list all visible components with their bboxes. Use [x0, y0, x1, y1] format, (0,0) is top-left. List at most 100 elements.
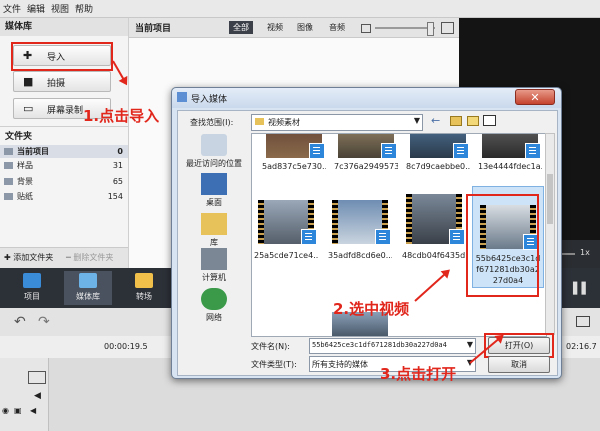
place-library[interactable]: 库	[183, 213, 245, 248]
menu-help[interactable]: 帮助	[72, 0, 96, 15]
filetype-value: 所有支持的媒体	[312, 360, 368, 369]
track-header: ◀ ◉ ▣ ◀	[0, 358, 49, 431]
thumbnail-large-icon	[441, 22, 454, 34]
video-thumbnail	[258, 200, 317, 245]
folder-item-stickers[interactable]: 贴纸 154	[0, 190, 128, 203]
menu-file[interactable]: 文件	[0, 0, 24, 15]
new-folder-icon[interactable]	[467, 116, 479, 126]
tab-image[interactable]: 图像	[293, 21, 317, 34]
redo-icon[interactable]: ↷	[38, 314, 50, 330]
vertical-scrollbar[interactable]	[545, 133, 555, 335]
network-icon	[201, 288, 227, 310]
video-file-icon	[453, 143, 469, 159]
dialog-titlebar: 导入媒体 ✕	[172, 88, 561, 108]
menu-edit[interactable]: 编辑	[24, 0, 48, 15]
place-computer[interactable]: 计算机	[183, 248, 245, 283]
tab-audio[interactable]: 音频	[325, 21, 349, 34]
folder-icon	[4, 148, 13, 155]
lookin-select[interactable]: 视频素材 ▼	[251, 114, 423, 131]
thumbnail-size-slider[interactable]	[375, 22, 435, 36]
annotation-step1: 1.点击导入	[83, 107, 160, 125]
file-item[interactable]: 25a5cde71ce4...	[252, 200, 322, 260]
record-label: 拍摄	[47, 79, 66, 89]
fullscreen-icon[interactable]: ▌▌	[573, 282, 590, 295]
media-icon	[79, 273, 97, 288]
file-item[interactable]: 8c7d9caebbe0...	[406, 134, 470, 174]
mode-project-button[interactable]: 项目	[8, 271, 56, 305]
video-thumbnail	[406, 194, 465, 245]
speaker-icon: ◀	[34, 391, 41, 401]
video-thumbnail	[332, 200, 391, 245]
folder-icon	[255, 118, 264, 125]
filename-label: 文件名(N):	[251, 342, 290, 351]
video-file-icon	[309, 143, 325, 159]
up-folder-icon[interactable]	[450, 116, 462, 126]
eye-icon[interactable]: ◉	[2, 406, 9, 415]
app-icon	[177, 92, 187, 102]
slider-handle[interactable]	[427, 22, 434, 36]
annotation-step3: 3.点击打开	[380, 365, 457, 383]
record-button[interactable]: ■ 拍摄	[13, 71, 111, 92]
mode-media-button[interactable]: 媒体库	[64, 271, 112, 305]
scrollbar-thumb[interactable]	[547, 174, 553, 224]
folder-icon	[4, 178, 13, 185]
place-desktop[interactable]: 桌面	[183, 173, 245, 208]
filename-value: 55b6425ce3c1df671281db30a227d0a4	[312, 341, 447, 349]
video-thumbnail	[482, 134, 541, 159]
menu-bar: 文件 编辑 视图 帮助	[0, 0, 600, 18]
place-recent[interactable]: 最近访问的位置	[183, 134, 245, 169]
desktop-icon	[201, 173, 227, 195]
monitor-icon: ▭	[23, 102, 34, 115]
selection-highlight	[466, 194, 539, 297]
folder-item-current[interactable]: 当前项目 0	[0, 145, 128, 158]
cancel-button[interactable]: 取消	[488, 356, 550, 373]
folder-icon	[4, 193, 13, 200]
view-menu-icon[interactable]	[483, 115, 496, 126]
file-item[interactable]: 7c376a2949573...	[334, 134, 398, 174]
file-item[interactable]: 48cdb04f6435d...	[400, 194, 470, 260]
tab-video[interactable]: 视频	[263, 21, 287, 34]
folder-toolbar: ✚ 添加文件夹 ━ 删除文件夹	[0, 247, 128, 269]
video-file-icon	[375, 229, 391, 245]
chevron-down-icon: ▼	[413, 116, 420, 125]
filename-input[interactable]: 55b6425ce3c1df671281db30a227d0a4 ▼	[309, 338, 476, 354]
video-file-icon	[381, 143, 397, 159]
thumbnail-small-icon	[361, 24, 371, 33]
speaker-small-icon[interactable]: ◀	[30, 406, 36, 415]
folder-item-samples[interactable]: 样品 31	[0, 159, 128, 172]
file-item[interactable]: 5ad837c5e730...	[262, 134, 326, 174]
dialog-title: 导入媒体	[191, 95, 228, 105]
back-icon[interactable]: ←	[431, 114, 440, 127]
import-highlight	[11, 42, 113, 71]
monitor-icon[interactable]	[576, 316, 590, 327]
video-track-icon	[28, 371, 46, 384]
time-left: 00:00:19.5	[104, 342, 148, 351]
chevron-down-icon: ▼	[466, 340, 473, 349]
folder-icon	[4, 162, 13, 169]
menu-view[interactable]: 视图	[48, 0, 72, 15]
folders-title: 文件夹	[5, 132, 33, 142]
project-title: 当前项目	[135, 24, 172, 34]
divider	[0, 126, 128, 127]
video-thumbnail	[338, 134, 397, 159]
annotation-step2: 2.选中视频	[333, 300, 410, 318]
mode-transition-button[interactable]: 转场	[120, 271, 168, 305]
filetype-label: 文件类型(T):	[251, 360, 297, 369]
media-library-title: 媒体库	[0, 18, 128, 36]
close-button[interactable]: ✕	[515, 89, 555, 105]
tab-all[interactable]: 全部	[229, 21, 253, 34]
recent-places-icon	[201, 134, 227, 156]
folder-item-backgrounds[interactable]: 背景 65	[0, 175, 128, 188]
lookin-value: 视频素材	[268, 118, 300, 127]
video-thumbnail	[266, 134, 325, 159]
computer-icon	[201, 248, 227, 270]
undo-icon[interactable]: ↶	[14, 314, 26, 330]
video-file-icon	[525, 143, 541, 159]
file-item[interactable]: 13e4444fdec1a...	[478, 134, 542, 174]
delete-folder-button[interactable]: ━ 删除文件夹	[66, 252, 113, 263]
add-folder-button[interactable]: ✚ 添加文件夹	[4, 252, 53, 263]
video-file-icon	[449, 229, 465, 245]
place-network[interactable]: 网络	[183, 288, 245, 323]
lock-icon[interactable]: ▣	[14, 406, 22, 415]
file-item[interactable]: 35adfd8cd6e0...	[326, 200, 396, 260]
